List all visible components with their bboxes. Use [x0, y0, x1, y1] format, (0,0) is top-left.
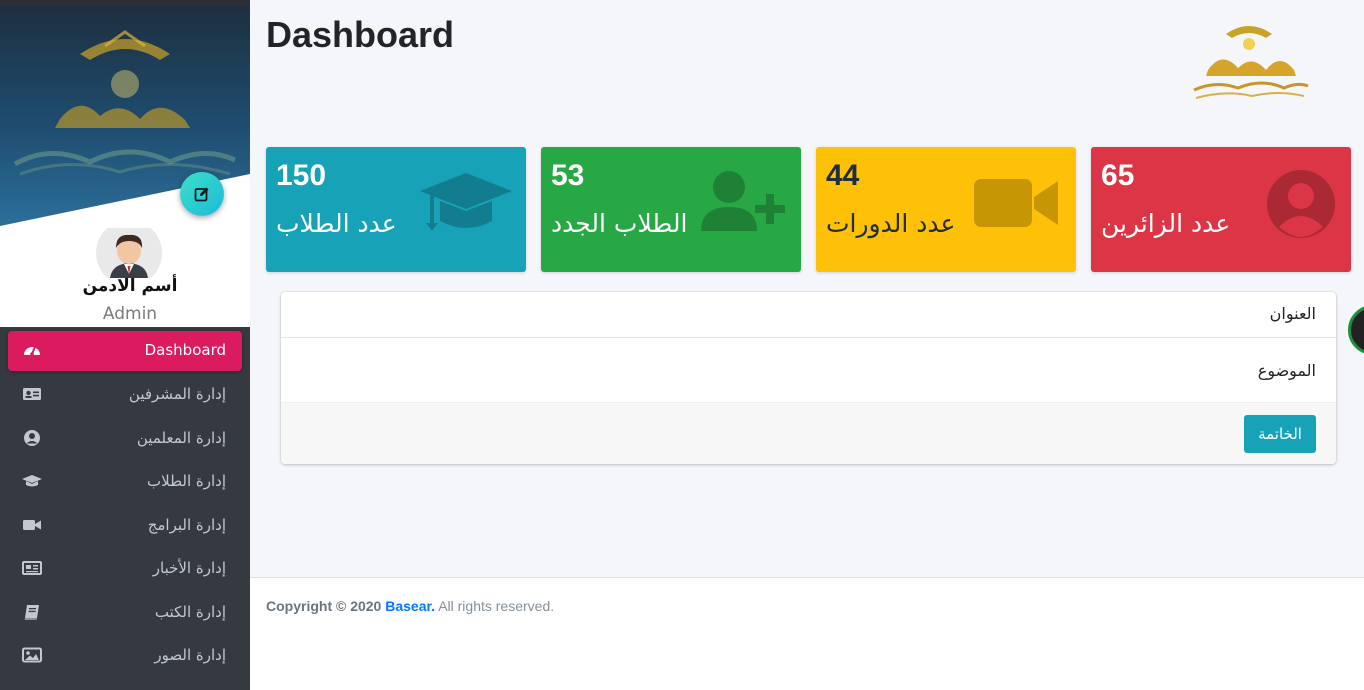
sidebar-item-label: إدارة الكتب: [154, 603, 226, 621]
floating-action-button[interactable]: [1348, 305, 1364, 355]
edit-icon: [194, 187, 209, 202]
stat-box-students[interactable]: 150 عدد الطلاب: [266, 147, 526, 272]
card-footer: الخاتمة: [281, 402, 1336, 464]
user-plus-icon: [701, 171, 785, 231]
sidebar-item-news[interactable]: إدارة الأخبار: [8, 549, 242, 589]
stat-value: 65: [1101, 159, 1135, 192]
sidebar-item-teachers[interactable]: إدارة المعلمين: [8, 419, 242, 459]
stat-box-courses[interactable]: 44 عدد الدورات: [816, 147, 1076, 272]
sidebar-item-label: إدارة المشرفين: [128, 385, 226, 403]
stat-box-new-students[interactable]: 53 الطلاب الجدد: [541, 147, 801, 272]
video-icon: [23, 520, 41, 530]
sidebar-item-programs[interactable]: إدارة البرامج: [8, 506, 242, 546]
video-icon: [974, 179, 1058, 227]
stat-label: عدد الدورات: [826, 209, 956, 238]
sidebar-item-label: إدارة البرامج: [147, 516, 226, 534]
sidebar-item-images[interactable]: إدارة الصور: [8, 636, 242, 676]
sidebar-item-dashboard[interactable]: Dashboard: [8, 331, 242, 371]
content-card: العنوان الموضوع الخاتمة: [281, 292, 1336, 464]
card-title: العنوان: [1269, 304, 1316, 323]
footer-button[interactable]: الخاتمة: [1244, 415, 1316, 453]
sidebar-profile-panel: أسم الادمن Admin: [0, 6, 250, 327]
avatar: [96, 228, 162, 278]
edit-profile-button[interactable]: [180, 172, 224, 216]
sidebar-item-supervisors[interactable]: إدارة المشرفين: [8, 375, 242, 415]
sidebar: أسم الادمن Admin Dashboard إدارة المشرفي…: [0, 0, 250, 690]
user-circle-icon: [1267, 170, 1335, 238]
stat-label: عدد الطلاب: [276, 209, 397, 238]
user-circle-icon: [24, 430, 40, 446]
page-title: Dashboard: [266, 14, 455, 55]
admin-name: أسم الادمن: [82, 276, 178, 296]
sidebar-item-label: إدارة الأخبار: [152, 559, 226, 577]
book-icon: [24, 605, 39, 620]
id-card-icon: [23, 388, 41, 400]
graduation-cap-icon: [420, 173, 512, 231]
academy-logo: [13, 30, 237, 176]
sidebar-item-label: إدارة الصور: [154, 646, 226, 664]
sidebar-item-books[interactable]: إدارة الكتب: [8, 593, 242, 633]
admin-role: Admin: [102, 304, 158, 324]
copyright-suffix: All rights reserved.: [438, 598, 555, 614]
image-icon: [22, 647, 42, 663]
copyright-text: Copyright © 2020 Basear. All rights rese…: [266, 598, 554, 614]
card-header: العنوان: [281, 292, 1336, 338]
newspaper-icon: [22, 561, 42, 575]
stat-label: عدد الزائرين: [1101, 209, 1231, 238]
stat-value: 44: [826, 159, 860, 192]
academy-logo: [1193, 26, 1309, 99]
tachometer-icon: [24, 346, 40, 356]
sidebar-item-label: إدارة الطلاب: [147, 472, 226, 490]
sidebar-item-label: Dashboard: [144, 341, 226, 359]
card-body-text: الموضوع: [1257, 361, 1316, 380]
brand-link[interactable]: Basear.: [385, 598, 435, 614]
stat-value: 53: [551, 159, 585, 192]
sidebar-item-label: إدارة المعلمين: [136, 429, 226, 447]
sidebar-item-students[interactable]: إدارة الطلاب: [8, 462, 242, 502]
copyright-prefix: Copyright © 2020: [266, 598, 382, 614]
graduation-cap-icon: [22, 475, 42, 487]
stat-box-visitors[interactable]: 65 عدد الزائرين: [1091, 147, 1351, 272]
page-footer: Copyright © 2020 Basear. All rights rese…: [250, 577, 1364, 690]
stat-value: 150: [276, 159, 327, 192]
stat-label: الطلاب الجدد: [551, 209, 688, 238]
